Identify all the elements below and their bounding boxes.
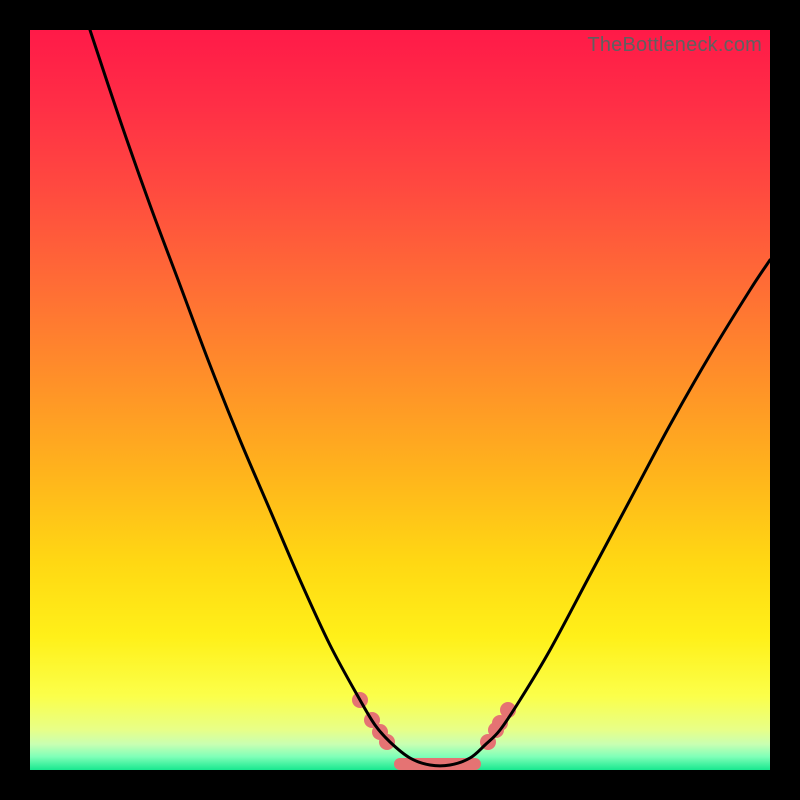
highlight-dot: [379, 734, 395, 750]
outer-frame: TheBottleneck.com: [0, 0, 800, 800]
plot-area: TheBottleneck.com: [30, 30, 770, 770]
chart-svg: [30, 30, 770, 770]
watermark-text: TheBottleneck.com: [587, 34, 762, 57]
bottleneck-curve: [90, 30, 770, 766]
